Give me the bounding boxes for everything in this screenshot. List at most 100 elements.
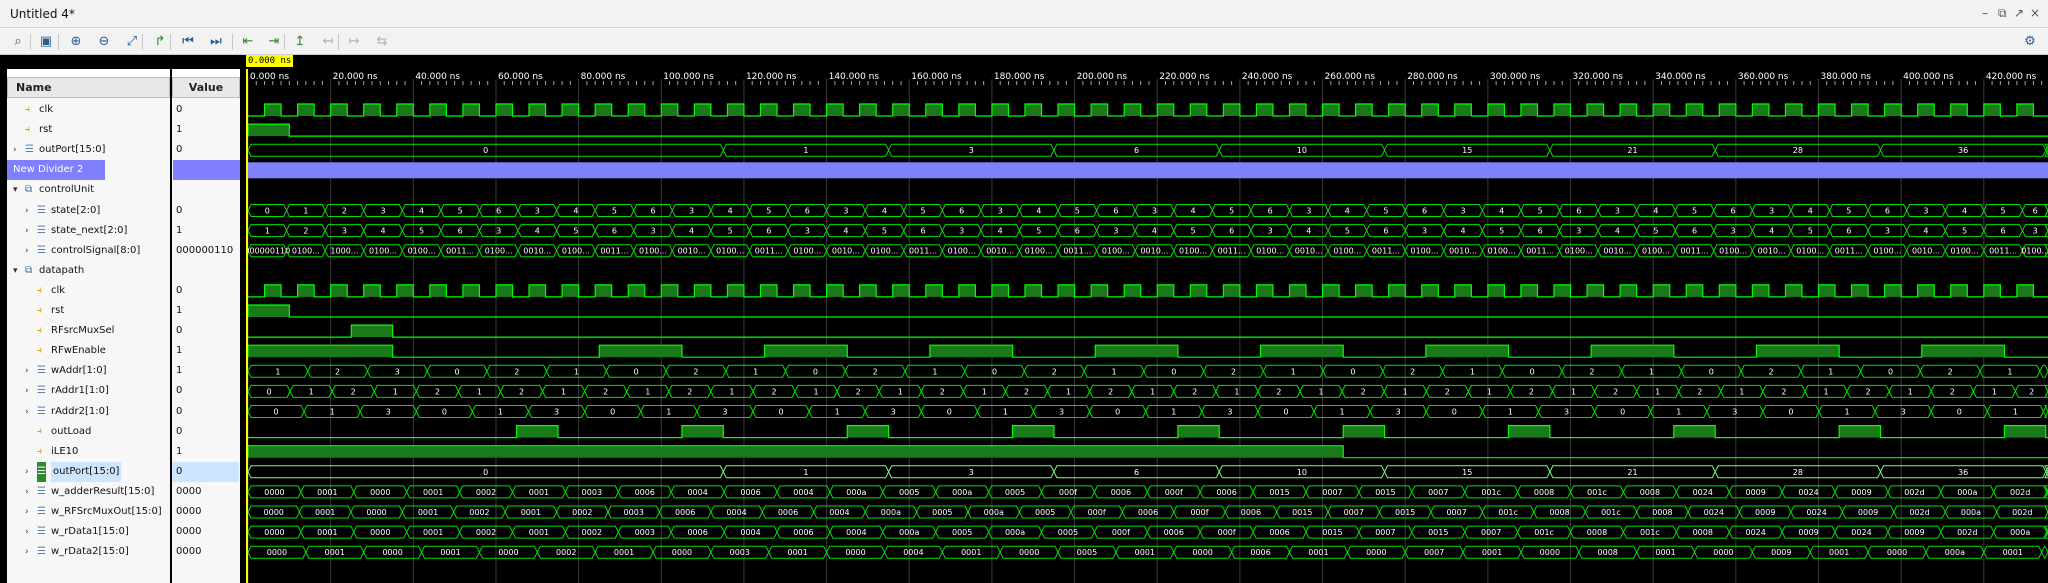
gear-icon[interactable]: ⚙ — [2020, 32, 2040, 52]
go-to-last-time-icon[interactable]: ⏭ — [206, 32, 226, 52]
wave-state-next-2-0-label: 4 — [1923, 227, 1928, 236]
wave-w-adderresult-15-0-label: 000a — [846, 488, 866, 497]
wave-clk-fill — [429, 284, 447, 297]
wave-clk-fill — [363, 284, 381, 297]
wave-raddr1-1-0-label: 2 — [1361, 387, 1366, 396]
signal-row-rfsrcmuxsel[interactable]: ⫞ RFsrcMuxSel — [7, 321, 170, 341]
go-to-time-0-icon[interactable]: ⏮ — [178, 32, 198, 52]
expand-icon[interactable]: › — [25, 462, 29, 482]
wave-clk-fill — [628, 104, 645, 116]
go-to-cursor-icon[interactable]: ↱ — [150, 32, 170, 52]
collapse-icon[interactable]: ▾ — [13, 261, 18, 281]
waveform-pane[interactable]: 0.000 ns 20.000 ns 40.000 ns 60.000 ns 80.00… — [246, 69, 2048, 583]
wave-w-adderresult-15-0-label: 0006 — [1111, 488, 1131, 497]
wave-raddr1-1-0-label: 1 — [1234, 387, 1239, 396]
name-column-header[interactable]: Name — [7, 77, 170, 98]
add-marker-icon[interactable]: ↥ — [290, 32, 310, 52]
minimize-button[interactable]: – — [1982, 6, 1988, 20]
previous-transition-icon[interactable]: ⇤ — [238, 32, 258, 52]
expand-icon[interactable]: › — [25, 402, 29, 422]
waveform-canvas[interactable]: 0.000 ns 20.000 ns 40.000 ns 60.000 ns 80.00… — [246, 69, 2048, 583]
close-button[interactable]: × — [2030, 6, 2040, 20]
wave-state-next-2-0-label: 6 — [612, 227, 617, 236]
expand-icon[interactable]: › — [25, 201, 29, 221]
wave-waddr-1-0-label: 3 — [395, 367, 400, 376]
time-tick-label: 140.000 ns — [829, 72, 880, 82]
save-icon[interactable]: ▣ — [36, 32, 56, 52]
cursor-bar — [0, 55, 2048, 69]
wave-raddr1-1-0-label: 0 — [266, 387, 271, 396]
wave-state-next-2-0-label: 6 — [1846, 227, 1851, 236]
wave-state-2-0-label: 6 — [2033, 207, 2038, 216]
expand-icon[interactable]: › — [25, 221, 29, 241]
signal-row-w-rdata1-15-0[interactable]: › ☰ w_rData1[15:0] — [7, 522, 170, 542]
expand-icon[interactable]: › — [25, 542, 29, 562]
signal-row-w-adderresult-15-0[interactable]: › ☰ w_adderResult[15:0] — [7, 482, 170, 502]
next-transition-icon[interactable]: ⇥ — [264, 32, 284, 52]
expand-icon[interactable]: › — [25, 482, 29, 502]
signal-row-outload[interactable]: ⫞ outLoad — [7, 422, 170, 442]
signal-row-rst[interactable]: ⫞ rst — [7, 301, 170, 321]
wave-clk-fill — [462, 104, 480, 116]
wave-w-adderresult-15-0-label: 0005 — [899, 488, 919, 497]
signal-row-raddr2-1-0[interactable]: › ☰ rAddr2[1:0] — [7, 402, 170, 422]
wave-w-adderresult-15-0-label: 002d — [2010, 488, 2030, 497]
signal-row-outport-15-0[interactable]: › ☰ outPort[15:0] — [7, 461, 170, 482]
wave-raddr1-1-0-label: 2 — [519, 387, 524, 396]
wave-clk-fill — [793, 284, 811, 297]
wave-raddr2-1-0-label: 3 — [891, 408, 896, 417]
time-tick-label: 120.000 ns — [746, 72, 797, 82]
wave-controlsignal-8-0-label: 0010... — [986, 247, 1014, 256]
signal-row-new-divider-2[interactable]: New Divider 2 — [7, 160, 105, 181]
signal-row-outport-15-0[interactable]: › ☰ outPort[15:0] — [7, 140, 170, 160]
value-column-header[interactable]: Value — [172, 77, 240, 98]
wave-state-2-0-label: 3 — [1461, 207, 1466, 216]
expand-icon[interactable]: › — [25, 502, 29, 522]
wave-w-rfsrcmuxout-15-0-label: 0006 — [1241, 508, 1261, 517]
zoom-fit-icon[interactable]: ⤢ — [122, 32, 142, 52]
signal-value: 0 — [172, 461, 239, 482]
zoom-out-icon[interactable]: ⊖ — [94, 32, 114, 52]
signal-row-w-rfsrcmuxout-15-0[interactable]: › ☰ w_RFSrcMuxOut[15:0] — [7, 502, 170, 522]
left-gutter — [0, 69, 7, 583]
signal-row-clk[interactable]: ⫞ clk — [7, 100, 170, 120]
signal-row-w-rdata2-15-0[interactable]: › ☰ w_rData2[15:0] — [7, 542, 170, 562]
signal-row-waddr-1-0[interactable]: › ☰ wAddr[1:0] — [7, 361, 170, 381]
search-icon[interactable]: ⌕ — [8, 32, 28, 52]
signal-row-clk[interactable]: ⫞ clk — [7, 281, 170, 301]
wave-clk-fill — [1454, 104, 1472, 116]
collapse-icon[interactable]: ▾ — [13, 180, 18, 200]
wave-clk-fill — [1355, 104, 1373, 116]
expand-icon[interactable]: › — [25, 361, 29, 381]
float-button[interactable]: ↗ — [2014, 6, 2024, 20]
expand-icon[interactable]: › — [25, 241, 29, 261]
signal-row-rst[interactable]: ⫞ rst — [7, 120, 170, 140]
signal-row-controlunit[interactable]: ▾ ⧉ controlUnit — [7, 180, 170, 200]
signal-row-state-next-2-0[interactable]: › ☰ state_next[2:0] — [7, 221, 170, 241]
signal-name: rAddr1[1:0] — [51, 385, 109, 397]
signal-row-ile10[interactable]: ⫞ iLE10 — [7, 442, 170, 462]
toolbar-separator — [338, 34, 339, 50]
wave-w-rdata2-15-0-label: 0000 — [845, 548, 865, 557]
wave-rfwenable-fill — [929, 345, 1013, 358]
cursor-time-label: 0.000 ns — [246, 55, 294, 67]
wave-outport-15-0-label: 1 — [803, 468, 808, 477]
wave-state-next-2-0-label: 4 — [1152, 227, 1157, 236]
expand-icon[interactable]: › — [25, 381, 29, 401]
restore-button[interactable]: ⧉ — [1998, 6, 2007, 21]
expand-icon[interactable]: › — [25, 522, 29, 542]
signal-row-rfwenable[interactable]: ⫞ RFwEnable — [7, 341, 170, 361]
signal-row-raddr1-1-0[interactable]: › ☰ rAddr1[1:0] — [7, 381, 170, 401]
signal-row-state-2-0[interactable]: › ☰ state[2:0] — [7, 201, 170, 221]
expand-icon[interactable]: › — [13, 140, 17, 160]
signal-row-datapath[interactable]: ▾ ⧉ datapath — [7, 261, 170, 281]
signal-row-controlsignal-8-0[interactable]: › ☰ controlSignal[8:0] — [7, 241, 170, 261]
wave-w-adderresult-15-0-label: 0006 — [635, 488, 655, 497]
wave-controlsignal-8-0-label: 0100... — [1179, 247, 1207, 256]
zoom-in-icon[interactable]: ⊕ — [66, 32, 86, 52]
wave-clk-fill — [1190, 284, 1207, 297]
wave-state-2-0-label: 1 — [303, 207, 308, 216]
wave-w-adderresult-15-0-label: 0007 — [1428, 488, 1448, 497]
wave-raddr2-1-0-label: 0 — [610, 408, 615, 417]
group-icon: ⧉ — [25, 184, 33, 196]
